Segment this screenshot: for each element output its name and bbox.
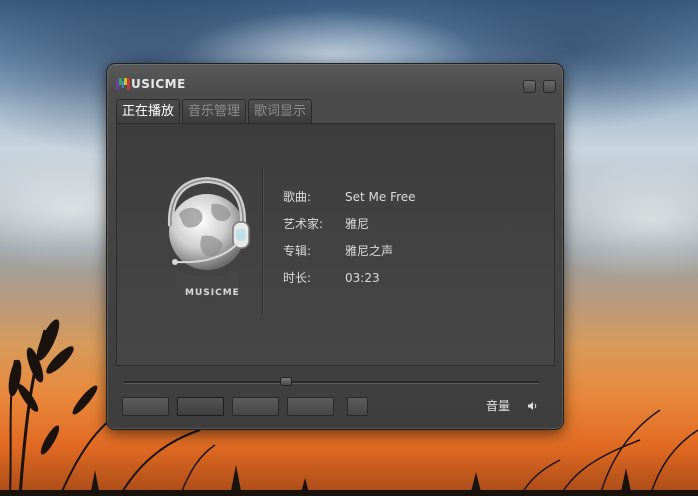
stop-button[interactable] xyxy=(232,397,279,416)
logo-m-icon xyxy=(116,78,130,90)
tab-bar: 正在播放 音乐管理 歌词显示 xyxy=(116,99,314,124)
volume-label: 音量 xyxy=(486,399,511,413)
song-value: Set Me Free xyxy=(345,190,416,204)
app-title: USICME xyxy=(131,77,186,91)
album-value: 雅尼之声 xyxy=(345,244,394,258)
album-brand-text: MUSICME xyxy=(185,288,240,298)
info-row-album: 专辑: 雅尼之声 xyxy=(283,242,393,260)
tab-lyrics[interactable]: 歌词显示 xyxy=(248,99,313,123)
seek-handle[interactable] xyxy=(279,377,292,386)
panel-divider xyxy=(262,169,264,314)
speaker-icon[interactable] xyxy=(527,401,539,411)
info-row-duration: 时长: 03:23 xyxy=(283,269,380,287)
close-button[interactable] xyxy=(543,80,556,93)
next-button[interactable] xyxy=(287,397,334,416)
player-window: USICME 正在播放 音乐管理 歌词显示 MUSICME 歌曲: Set Me… xyxy=(106,63,564,430)
info-row-artist: 艺术家: 雅尼 xyxy=(283,215,369,233)
seek-bar[interactable] xyxy=(124,381,539,384)
tab-music-manager[interactable]: 音乐管理 xyxy=(182,99,247,123)
duration-label: 时长: xyxy=(283,271,312,285)
artist-label: 艺术家: xyxy=(283,217,324,231)
minimize-button[interactable] xyxy=(523,80,536,93)
song-label: 歌曲: xyxy=(283,190,312,204)
tab-now-playing[interactable]: 正在播放 xyxy=(116,99,181,124)
info-row-song: 歌曲: Set Me Free xyxy=(283,188,416,206)
album-art-globe-headphones-icon xyxy=(167,176,250,297)
album-label: 专辑: xyxy=(283,244,312,258)
now-playing-panel: MUSICME 歌曲: Set Me Free 艺术家: 雅尼 专辑: 雅尼之声 时长… xyxy=(116,123,555,366)
app-logo: USICME xyxy=(116,75,186,93)
duration-value: 03:23 xyxy=(345,271,380,285)
play-mode-button[interactable] xyxy=(347,397,368,416)
previous-button[interactable] xyxy=(122,397,169,416)
artist-value: 雅尼 xyxy=(345,217,370,231)
play-button[interactable] xyxy=(177,397,224,416)
